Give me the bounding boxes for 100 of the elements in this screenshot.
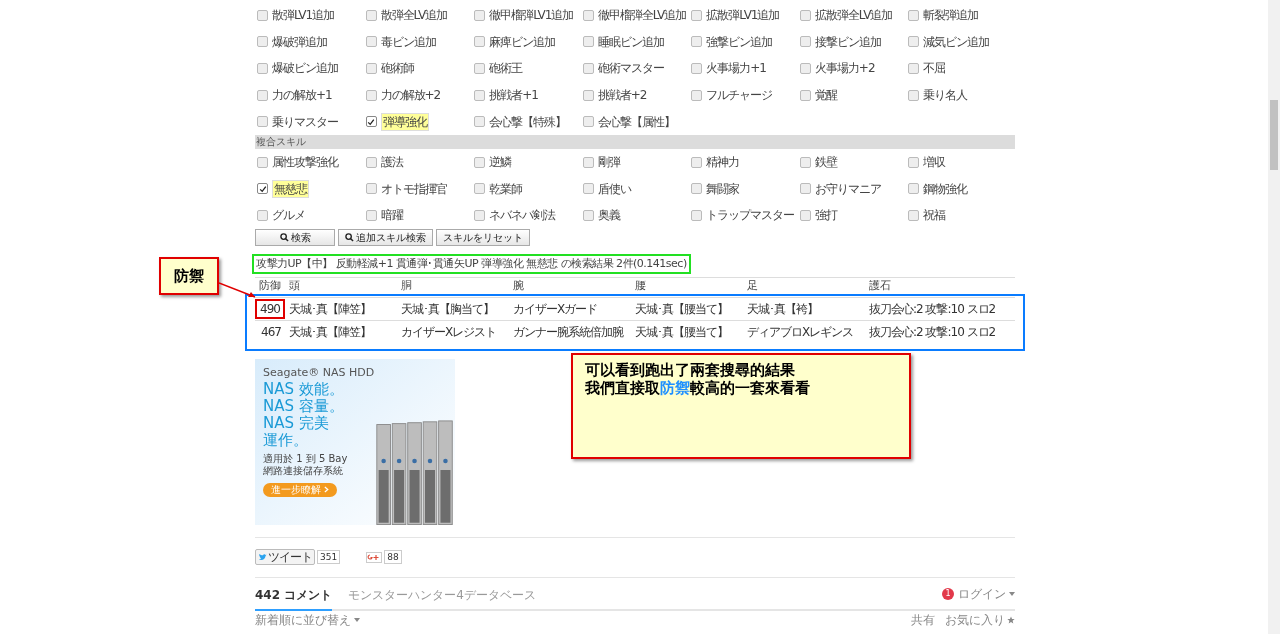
checkbox[interactable] [691, 89, 703, 101]
table-cell-text: 天城･真【陣笠】 [288, 300, 372, 318]
checkbox[interactable] [908, 183, 920, 195]
checkbox[interactable] [474, 209, 486, 221]
checkbox[interactable] [365, 63, 377, 74]
skill-label: オトモ指揮官 [380, 180, 447, 198]
sort-menu[interactable]: 新着順に並び替え [255, 611, 360, 630]
checkbox[interactable] [582, 63, 594, 74]
checkbox[interactable] [365, 156, 377, 168]
checkbox[interactable] [582, 9, 594, 21]
table-cell-text: 天城･真【陣笠】 [288, 323, 372, 341]
skill-label: 増収 [923, 154, 946, 172]
checkbox[interactable] [691, 9, 703, 21]
column-header: 足 [746, 277, 759, 294]
skill-label: お守りマニア [814, 180, 881, 198]
checkbox[interactable] [908, 9, 920, 21]
ad-cta-button[interactable]: 進一步瞭解 [263, 482, 337, 497]
checkbox[interactable] [365, 36, 377, 48]
skill-label: 力の解放+1 [272, 87, 332, 105]
search-button[interactable]: 検索 [255, 228, 335, 246]
login-menu[interactable]: ログイン [958, 584, 1015, 603]
checkbox[interactable] [908, 36, 920, 48]
skill-label: 鉄壁 [814, 154, 837, 172]
checkbox[interactable] [908, 209, 920, 221]
search-icon [345, 232, 354, 242]
checkbox[interactable] [474, 9, 486, 21]
checkbox[interactable] [691, 63, 703, 74]
checkbox[interactable] [474, 36, 486, 48]
comment-tab[interactable]: モンスターハンター4データベース [348, 585, 536, 611]
checkbox[interactable] [691, 156, 703, 168]
checkbox[interactable] [365, 9, 377, 21]
scrollbar[interactable] [1268, 0, 1280, 634]
checkbox[interactable] [908, 63, 920, 74]
skill-label: 強打 [814, 207, 837, 225]
checkbox[interactable] [908, 156, 920, 168]
checkbox[interactable] [365, 183, 377, 195]
checkbox[interactable] [474, 183, 486, 195]
checkbox[interactable] [257, 36, 268, 48]
checkbox[interactable] [582, 89, 594, 101]
table-cell-text: 抜刀会心:2 攻撃:10 スロ2 [868, 323, 997, 341]
checkbox[interactable] [365, 116, 377, 128]
skill-label: 拡散弾全LV追加 [814, 7, 893, 25]
checkbox[interactable] [257, 63, 268, 74]
skill-label: 睡眠ビン追加 [597, 33, 664, 51]
comment-tab[interactable]: 442 コメント [255, 585, 333, 611]
chevron-right-icon [324, 486, 329, 494]
checkbox[interactable] [691, 36, 703, 48]
checkbox[interactable] [908, 89, 920, 101]
checkbox[interactable] [799, 9, 811, 21]
skill-label: 属性攻撃強化 [272, 154, 338, 172]
checkbox[interactable] [582, 183, 594, 195]
checkbox[interactable] [257, 209, 268, 221]
google-plus-icon[interactable] [366, 551, 383, 563]
skill-label: 逆鱗 [489, 154, 512, 172]
checkbox[interactable] [799, 63, 811, 74]
checkbox[interactable] [799, 209, 811, 221]
skill-label: 減気ビン追加 [923, 33, 990, 51]
checkbox[interactable] [799, 183, 811, 195]
checkbox[interactable] [582, 156, 594, 168]
column-header: 腕 [512, 277, 525, 294]
search-icon [279, 232, 289, 242]
checkbox[interactable] [474, 89, 486, 101]
skill-label: 覚醒 [814, 87, 837, 105]
checkbox[interactable] [799, 156, 811, 168]
checkbox[interactable] [257, 156, 268, 168]
skill-label: 火事場力+1 [706, 60, 766, 78]
search-button[interactable]: スキルをリセット [436, 228, 530, 246]
checkbox[interactable] [474, 116, 486, 128]
checkbox[interactable] [582, 36, 594, 48]
tweet-button[interactable]: ツイート [255, 549, 315, 566]
notification-badge: 1 [942, 587, 954, 600]
favorite-link[interactable]: お気に入り [945, 611, 1015, 630]
share-link[interactable]: 共有 [911, 611, 935, 630]
checkbox[interactable] [257, 183, 268, 195]
checkbox[interactable] [474, 156, 486, 168]
checkbox[interactable] [365, 89, 377, 101]
checkbox[interactable] [257, 116, 268, 128]
skill-label: 毒ビン追加 [380, 33, 436, 51]
checkbox[interactable] [691, 209, 703, 221]
checkbox[interactable] [799, 36, 811, 48]
skill-label: 徹甲榴弾全LV追加 [597, 7, 687, 25]
checkbox[interactable] [257, 89, 268, 101]
table-cell-text: 467 [260, 323, 282, 341]
checkbox[interactable] [365, 209, 377, 221]
checkbox[interactable] [474, 63, 486, 74]
skill-label: 無慈悲 [272, 179, 309, 198]
ad-headline: NAS 完美 [263, 414, 330, 432]
checkbox[interactable] [257, 9, 268, 21]
skill-label: 火事場力+2 [814, 60, 875, 78]
skill-label: 乗りマスター [272, 113, 338, 131]
table-cell-text: 抜刀会心:2 攻撃:10 スロ2 [868, 300, 997, 318]
checkbox[interactable] [582, 209, 594, 221]
ad-text: 適用於 1 到 5 Bay [263, 452, 349, 465]
checkbox[interactable] [799, 89, 811, 101]
column-header: 頭 [288, 277, 301, 294]
tweet-count: 351 [317, 550, 341, 565]
search-button[interactable]: 追加スキル検索 [338, 228, 433, 246]
checkbox[interactable] [691, 183, 703, 195]
skill-label: 奥義 [597, 207, 620, 225]
checkbox[interactable] [582, 116, 594, 128]
